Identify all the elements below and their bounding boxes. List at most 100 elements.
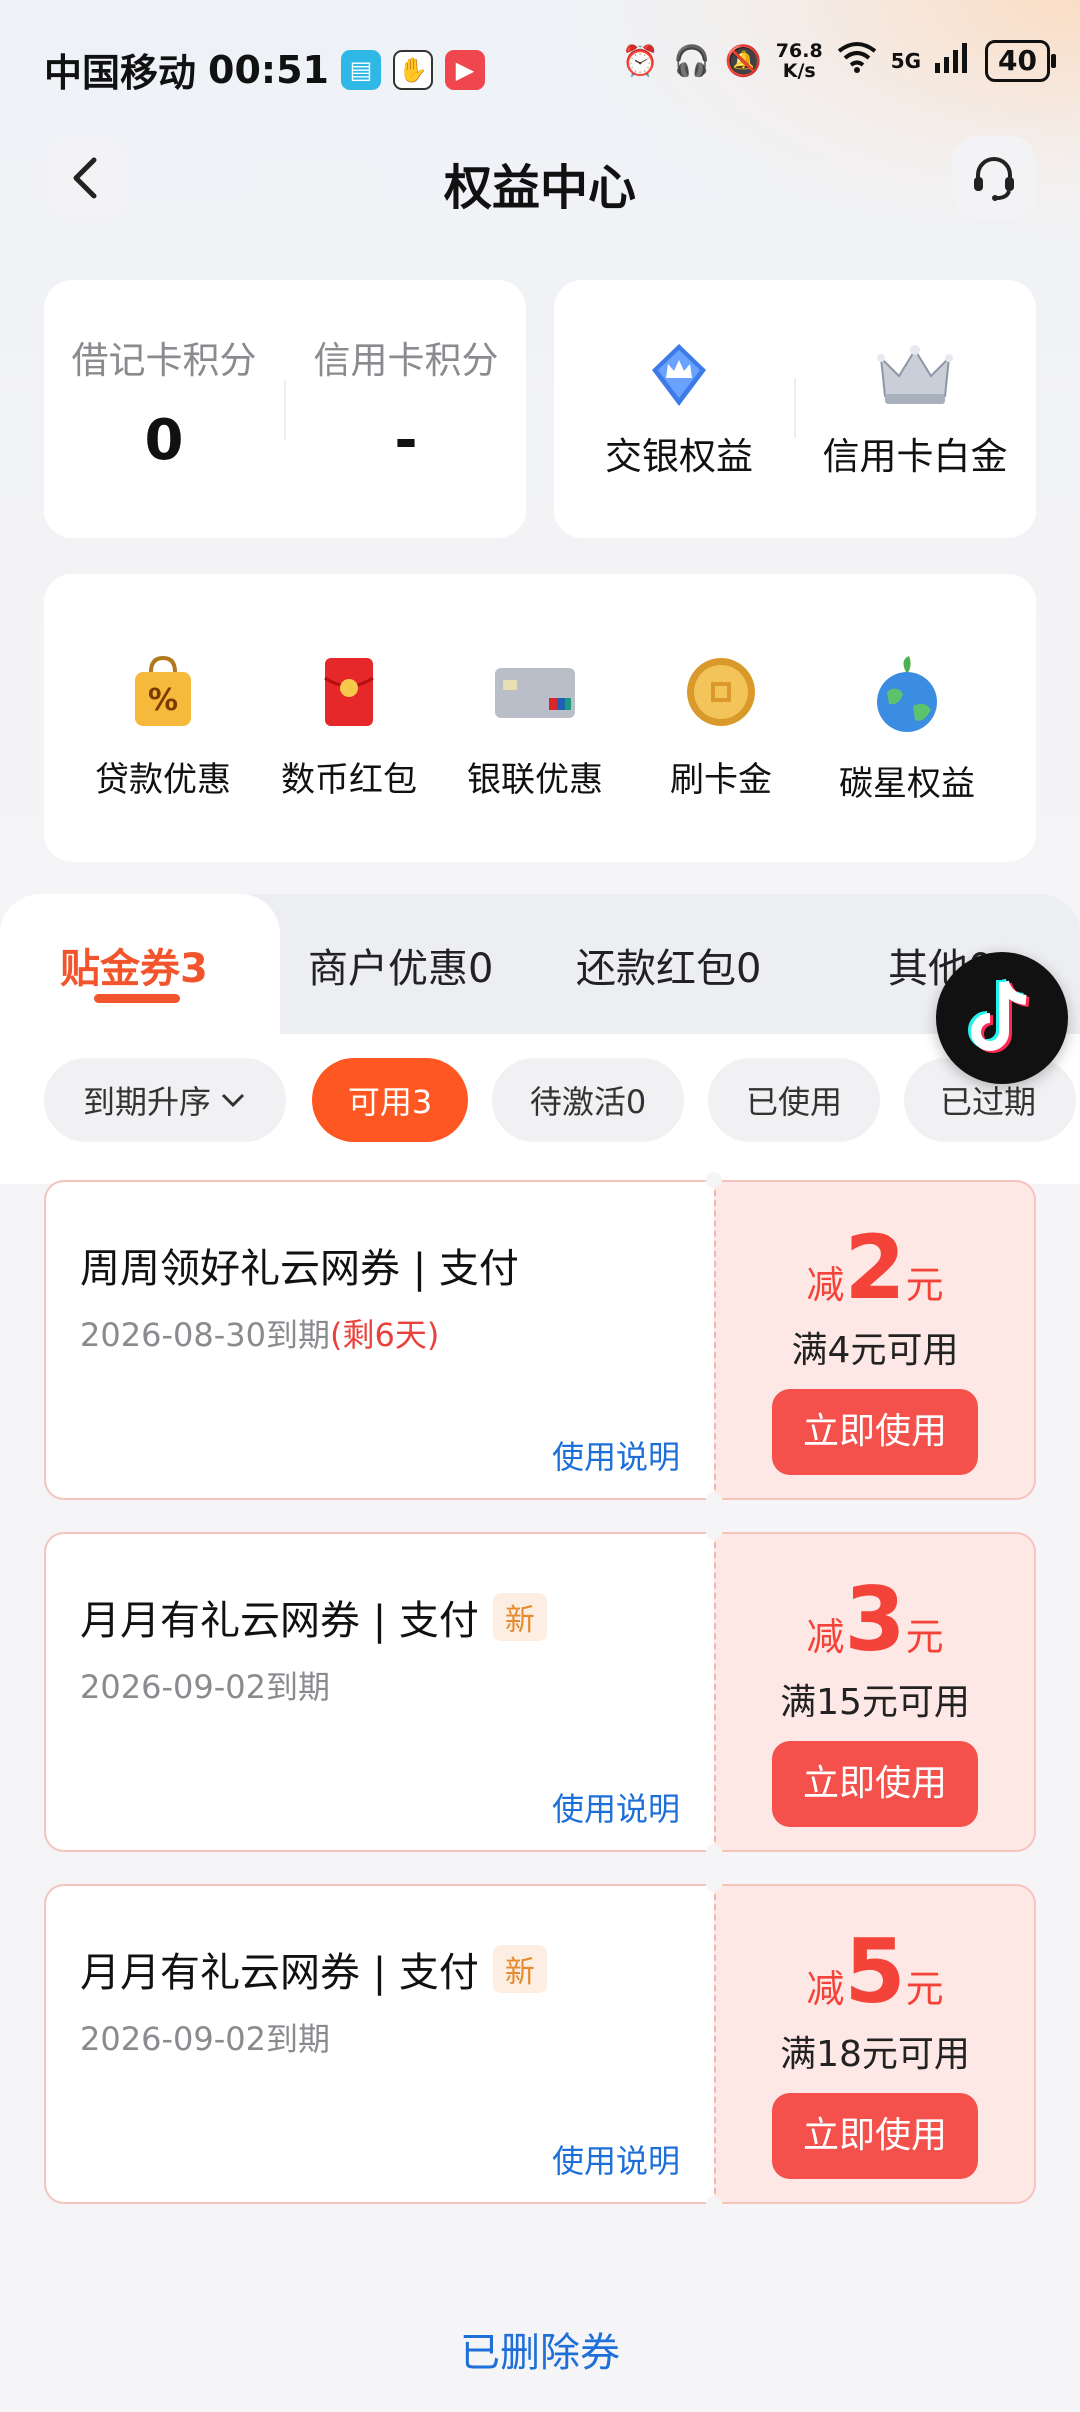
hand-app-icon: ✋ xyxy=(392,49,433,90)
new-badge: 新 xyxy=(492,1593,547,1641)
network-type: 5G xyxy=(890,49,922,73)
divider xyxy=(794,378,796,438)
coupon-days-remaining: (剩6天) xyxy=(329,1316,440,1354)
filter-used[interactable]: 已使用 xyxy=(708,1058,880,1142)
loan-discount-item[interactable]: % 贷款优惠 xyxy=(70,654,256,801)
coupon-card: 月月有礼云网券 | 支付新 2026-09-02到期 使用说明 减5元 满18元… xyxy=(44,1876,1036,2212)
battery-indicator: 40 xyxy=(985,40,1056,82)
crown-icon xyxy=(877,345,953,404)
credit-points-value: - xyxy=(394,408,418,473)
unionpay-discount-label: 银联优惠 xyxy=(467,760,603,800)
filter-available[interactable]: 可用3 xyxy=(312,1058,468,1142)
tab-gold-coupons[interactable]: 贴金券3 xyxy=(60,936,208,994)
clock: 00:51 xyxy=(208,47,329,92)
use-now-button[interactable]: 立即使用 xyxy=(772,1389,978,1475)
tab-merchant-offers[interactable]: 商户优惠0 xyxy=(308,936,493,994)
coupon-card: 月月有礼云网券 | 支付新 2026-09-02到期 使用说明 减3元 满15元… xyxy=(44,1524,1036,1860)
tab-repayment-red-packets[interactable]: 还款红包0 xyxy=(576,936,761,994)
platinum-card-label: 信用卡白金 xyxy=(822,435,1008,478)
coupon-notch xyxy=(706,1172,722,1188)
coupon-notch xyxy=(706,1876,722,1892)
network-speed: 76.8 K/s xyxy=(775,40,823,82)
coupon-amount: 减3元 xyxy=(806,1568,944,1671)
rights-card: 交银权益 信用卡白金 xyxy=(554,280,1036,538)
sort-dropdown[interactable]: 到期升序 xyxy=(44,1058,286,1142)
coupon-condition: 满15元可用 xyxy=(780,1682,970,1723)
coupon-notch xyxy=(706,1844,722,1860)
new-badge: 新 xyxy=(492,1945,547,1993)
bocom-rights-item[interactable]: 交银权益 xyxy=(564,340,794,480)
usage-rules-link[interactable]: 使用说明 xyxy=(552,2136,680,2182)
customer-service-button[interactable] xyxy=(952,136,1036,220)
coupon-info: 月月有礼云网券 | 支付新 2026-09-02到期 使用说明 xyxy=(44,1532,714,1852)
use-now-button[interactable]: 立即使用 xyxy=(772,2093,978,2179)
unionpay-discount-item[interactable]: 银联优惠 xyxy=(442,654,628,801)
headphones-icon: 🎧 xyxy=(673,43,711,79)
card-gold-item[interactable]: 刷卡金 xyxy=(628,654,814,801)
sort-label: 到期升序 xyxy=(82,1083,211,1121)
usage-rules-link[interactable]: 使用说明 xyxy=(552,1432,680,1478)
usage-rules-link[interactable]: 使用说明 xyxy=(552,1784,680,1830)
earth-plant-icon xyxy=(877,656,937,732)
status-left: 中国移动 00:51 ▤ ✋ ▶ xyxy=(44,42,485,97)
coupon-title: 月月有礼云网券 | 支付新 xyxy=(80,1940,547,1998)
video-app-icon: ▶ xyxy=(444,49,485,90)
shield-crown-icon xyxy=(652,344,706,406)
card-gold-label: 刷卡金 xyxy=(670,760,772,800)
loan-discount-label: 贷款优惠 xyxy=(95,760,231,800)
red-envelope-icon xyxy=(324,658,374,726)
filter-pending-activation[interactable]: 待激活0 xyxy=(492,1058,684,1142)
alarm-icon: ⏰ xyxy=(621,43,660,79)
coupon-expiry: 2026-08-30到期(剩6天) xyxy=(80,1316,440,1354)
floating-tiktok-button[interactable] xyxy=(936,952,1068,1084)
coupon-info: 月月有礼云网券 | 支付新 2026-09-02到期 使用说明 xyxy=(44,1884,714,2204)
coupon-notch xyxy=(706,2196,722,2212)
digital-red-packet-label: 数币红包 xyxy=(281,760,417,800)
debit-points-value: 0 xyxy=(144,408,184,473)
coupon-condition: 满18元可用 xyxy=(780,2034,970,2075)
coupon-condition: 满4元可用 xyxy=(791,1330,959,1371)
deleted-coupons-link[interactable]: 已删除券 xyxy=(0,2320,1080,2378)
credit-points-label: 信用卡积分 xyxy=(313,339,499,382)
coupon-info: 周周领好礼云网券 | 支付 2026-08-30到期(剩6天) 使用说明 xyxy=(44,1180,714,1500)
points-card: 借记卡积分 0 信用卡积分 - xyxy=(44,280,526,538)
debit-points-label: 借记卡积分 xyxy=(71,339,257,382)
status-bar: 中国移动 00:51 ▤ ✋ ▶ ⏰ 🎧 🔕 76.8 K/s 5G 40 xyxy=(0,0,1080,135)
credit-points[interactable]: 信用卡积分 - xyxy=(286,280,526,473)
coupon-value-panel: 减5元 满18元可用 立即使用 xyxy=(714,1884,1036,2204)
carrier-name: 中国移动 xyxy=(44,51,197,95)
gold-coin-icon xyxy=(687,658,755,726)
svg-text:%: % xyxy=(148,683,178,718)
coupon-notch xyxy=(706,1492,722,1508)
coupon-tabs: 贴金券3 商户优惠0 还款红包0 其他0 xyxy=(0,894,1080,1034)
coupon-card: 周周领好礼云网券 | 支付 2026-08-30到期(剩6天) 使用说明 减2元… xyxy=(44,1172,1036,1508)
coupon-title: 月月有礼云网券 | 支付新 xyxy=(80,1588,547,1646)
bocom-rights-label: 交银权益 xyxy=(605,435,753,478)
platinum-card-item[interactable]: 信用卡白金 xyxy=(800,340,1030,480)
chevron-down-icon xyxy=(221,1093,245,1108)
coupon-expiry: 2026-09-02到期 xyxy=(80,1668,330,1706)
status-right: ⏰ 🎧 🔕 76.8 K/s 5G 40 xyxy=(621,40,1056,82)
carbon-star-item[interactable]: 碳星权益 xyxy=(814,654,1000,805)
active-tab-indicator xyxy=(94,994,180,1003)
wifi-icon xyxy=(837,41,877,81)
carbon-star-label: 碳星权益 xyxy=(839,764,975,804)
use-now-button[interactable]: 立即使用 xyxy=(772,1741,978,1827)
coupon-expiry: 2026-09-02到期 xyxy=(80,2020,330,2058)
coupon-notch xyxy=(706,1524,722,1540)
coupon-value-panel: 减2元 满4元可用 立即使用 xyxy=(714,1180,1036,1500)
digital-red-packet-item[interactable]: 数币红包 xyxy=(256,654,442,801)
tiktok-icon xyxy=(968,978,1030,1053)
headset-icon xyxy=(974,157,1014,201)
signal-icon xyxy=(935,41,971,81)
book-app-icon: ▤ xyxy=(340,49,381,90)
unionpay-card-icon xyxy=(495,668,575,718)
debit-points[interactable]: 借记卡积分 0 xyxy=(44,280,284,473)
discount-bag-icon: % xyxy=(135,655,191,726)
services-card: % 贷款优惠 数币红包 银联优惠 刷卡金 碳星权益 xyxy=(44,574,1036,862)
coupon-value-panel: 减3元 满15元可用 立即使用 xyxy=(714,1532,1036,1852)
coupon-amount: 减5元 xyxy=(806,1920,944,2023)
mute-icon: 🔕 xyxy=(724,43,762,79)
page-title: 权益中心 xyxy=(443,160,636,216)
coupon-amount: 减2元 xyxy=(806,1216,944,1319)
